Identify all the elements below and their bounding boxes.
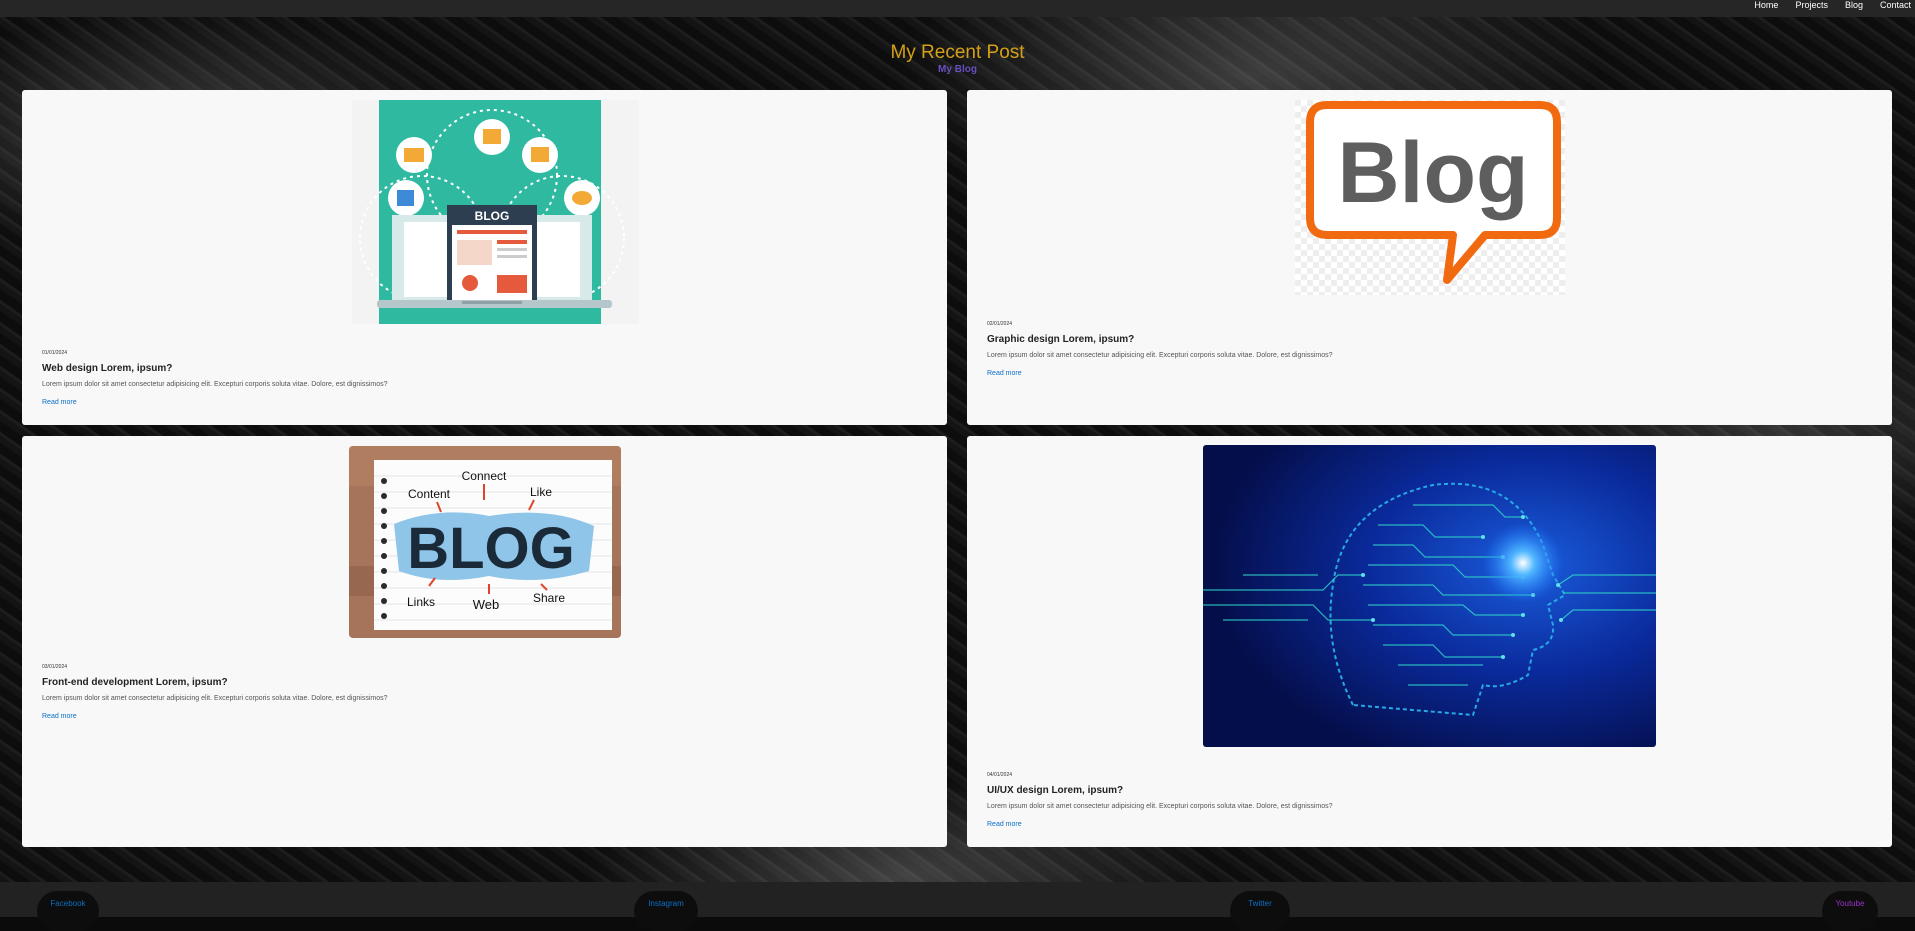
twitter-link[interactable]: Twitter bbox=[1248, 899, 1272, 908]
post-card: BLOG Content Connect Like Links Web Shar… bbox=[22, 436, 947, 847]
circuit-head-illustration bbox=[1203, 445, 1656, 747]
page-subtitle: My Blog bbox=[938, 64, 977, 75]
post-date: 03/01/2024 bbox=[42, 664, 68, 670]
post-meta: 02/01/2024 Graphic design Lorem, ipsum? … bbox=[987, 321, 1872, 380]
post-meta: 03/01/2024 Front-end development Lorem, … bbox=[42, 664, 927, 723]
blog-laptop-illustration: BLOG bbox=[359, 100, 625, 324]
image-word-connect: Connect bbox=[462, 469, 507, 483]
top-nav: Home Projects Blog Contact bbox=[0, 0, 1915, 17]
social-youtube: Youtube bbox=[1822, 891, 1878, 931]
post-image-web-design: BLOG bbox=[352, 100, 639, 324]
post-meta: 04/01/2024 UI/UX design Lorem, ipsum? Lo… bbox=[987, 772, 1872, 831]
social-facebook: Facebook bbox=[37, 891, 99, 931]
nav-projects-link[interactable]: Projects bbox=[1778, 0, 1828, 11]
page-title: My Recent Post bbox=[890, 42, 1025, 63]
post-description: Lorem ipsum dolor sit amet consectetur a… bbox=[987, 803, 1333, 810]
read-more-link[interactable]: Read more bbox=[42, 398, 77, 407]
nav-contact-link[interactable]: Contact bbox=[1863, 0, 1911, 11]
blog-notebook-illustration: BLOG Content Connect Like Links Web Shar… bbox=[349, 446, 621, 638]
post-title: Front-end development Lorem, ipsum? bbox=[42, 677, 228, 688]
image-word-web: Web bbox=[473, 597, 500, 612]
nav-blog-link[interactable]: Blog bbox=[1828, 0, 1863, 11]
image-word-share: Share bbox=[533, 591, 565, 605]
post-image-graphic-design: Blog bbox=[1295, 100, 1565, 295]
social-instagram: Instagram bbox=[634, 891, 698, 931]
post-date: 04/01/2024 bbox=[987, 772, 1013, 778]
post-description: Lorem ipsum dolor sit amet consectetur a… bbox=[42, 381, 388, 388]
read-more-link[interactable]: Read more bbox=[987, 369, 1022, 378]
social-twitter: Twitter bbox=[1230, 891, 1290, 931]
image-word-like: Like bbox=[530, 485, 552, 499]
youtube-link[interactable]: Youtube bbox=[1835, 899, 1864, 908]
post-date: 02/01/2024 bbox=[987, 321, 1013, 327]
post-card: Blog 02/01/2024 Graphic design Lorem, ip… bbox=[967, 90, 1892, 425]
image-caption: BLOG bbox=[407, 516, 575, 581]
post-description: Lorem ipsum dolor sit amet consectetur a… bbox=[42, 695, 388, 702]
facebook-link[interactable]: Facebook bbox=[50, 899, 85, 908]
footer: Facebook Instagram Twitter Youtube bbox=[0, 882, 1915, 931]
image-caption: BLOG bbox=[475, 209, 510, 223]
instagram-link[interactable]: Instagram bbox=[648, 899, 684, 908]
read-more-link[interactable]: Read more bbox=[987, 820, 1022, 829]
read-more-link[interactable]: Read more bbox=[42, 712, 77, 721]
image-word-content: Content bbox=[408, 487, 451, 501]
image-word-links: Links bbox=[407, 595, 435, 609]
post-title: Web design Lorem, ipsum? bbox=[42, 363, 173, 374]
post-image-front-end: BLOG Content Connect Like Links Web Shar… bbox=[349, 446, 621, 638]
post-title: Graphic design Lorem, ipsum? bbox=[987, 334, 1135, 345]
page-header: My Recent Post My Blog bbox=[0, 42, 1915, 76]
post-description: Lorem ipsum dolor sit amet consectetur a… bbox=[987, 352, 1333, 359]
post-date: 01/01/2024 bbox=[42, 350, 68, 356]
post-card: 04/01/2024 UI/UX design Lorem, ipsum? Lo… bbox=[967, 436, 1892, 847]
post-title: UI/UX design Lorem, ipsum? bbox=[987, 785, 1124, 796]
post-meta: 01/01/2024 Web design Lorem, ipsum? Lore… bbox=[42, 350, 927, 409]
blog-speech-bubble-illustration: Blog bbox=[1295, 100, 1565, 295]
post-card: BLOG 01/01/2024 Web design Lorem, ipsum?… bbox=[22, 90, 947, 425]
image-caption: Blog bbox=[1337, 125, 1528, 221]
post-image-ui-ux bbox=[1203, 445, 1656, 747]
nav-home-link[interactable]: Home bbox=[1737, 0, 1778, 11]
